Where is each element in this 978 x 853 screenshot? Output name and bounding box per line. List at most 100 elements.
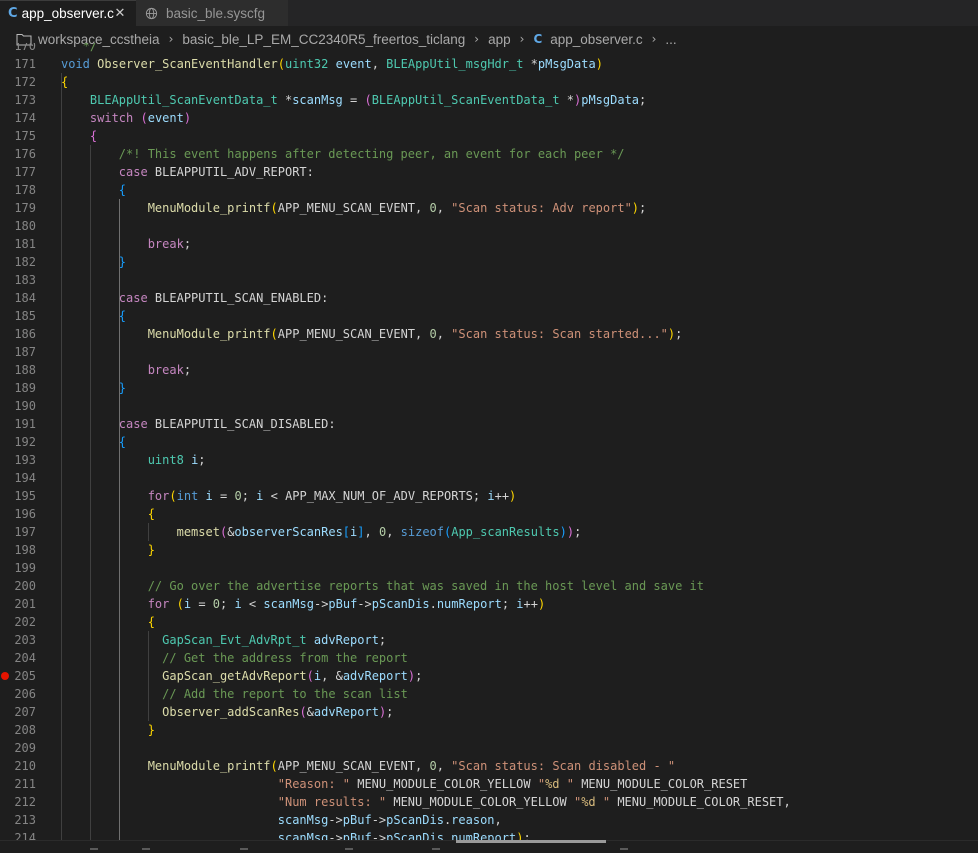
code-line[interactable]: 203 GapScan_Evt_AdvRpt_t advReport; [0, 631, 978, 649]
code-line[interactable]: 170 */ [0, 43, 978, 55]
code-line[interactable]: 180 [0, 217, 978, 235]
code-token: 0 [234, 489, 242, 503]
code-token: BLEAppUtil_ScanEventData_t [371, 93, 560, 107]
code-line[interactable]: 213 scanMsg->pBuf->pScanDis.reason, [0, 811, 978, 829]
code-token: -> [357, 597, 372, 611]
code-line[interactable]: 175 { [0, 127, 978, 145]
code-line[interactable]: 189 } [0, 379, 978, 397]
line-number: 175 [14, 129, 36, 143]
tab-app-observer-c[interactable]: C app_observer.c ✕ [0, 0, 136, 26]
code-line[interactable]: 179 MenuModule_printf(APP_MENU_SCAN_EVEN… [0, 199, 978, 217]
code-line[interactable]: 199 [0, 559, 978, 577]
code-token: [ [342, 525, 351, 539]
code-token: for [147, 597, 170, 611]
code-line[interactable]: 210 MenuModule_printf(APP_MENU_SCAN_EVEN… [0, 757, 978, 775]
code-line[interactable]: 174 switch (event) [0, 109, 978, 127]
line-number: 190 [14, 399, 36, 413]
code-token: // Add the report to the scan list [162, 687, 408, 701]
code-token: i [205, 489, 213, 503]
code-line[interactable]: 173 BLEAppUtil_ScanEventData_t *scanMsg … [0, 91, 978, 109]
code-line[interactable]: 205 GapScan_getAdvReport(i, &advReport); [0, 667, 978, 685]
code-line[interactable]: 185 { [0, 307, 978, 325]
code-token: MenuModule_printf [147, 759, 271, 773]
code-line[interactable]: 183 [0, 271, 978, 289]
code-text: "Num results: " MENU_MODULE_COLOR_YELLOW… [61, 793, 791, 811]
code-line[interactable]: 192 { [0, 433, 978, 451]
code-line[interactable]: 201 for (i = 0; i < scanMsg->pBuf->pScan… [0, 595, 978, 613]
code-line[interactable]: 197 memset(&observerScanRes[i], 0, sizeo… [0, 523, 978, 541]
line-number: 206 [14, 687, 36, 701]
code-line[interactable]: 176 /*! This event happens after detecti… [0, 145, 978, 163]
code-token: int [176, 489, 199, 503]
code-token: ) [559, 525, 567, 539]
code-token: i [183, 597, 192, 611]
code-line[interactable]: 204 // Get the address from the report [0, 649, 978, 667]
code-line[interactable]: 186 MenuModule_printf(APP_MENU_SCAN_EVEN… [0, 325, 978, 343]
editor-tab-bar: C app_observer.c ✕ basic_ble.syscfg [0, 0, 978, 26]
code-token: ) [183, 111, 192, 125]
code-token: ; [386, 705, 394, 719]
code-token: ( [299, 705, 307, 719]
code-editor[interactable]: 170 */171 void Observer_ScanEventHandler(… [0, 43, 978, 840]
code-line[interactable]: 194 [0, 469, 978, 487]
code-token: MENU_MODULE_COLOR_YELLOW [350, 777, 538, 791]
code-token: case [118, 417, 148, 431]
overview-marker [142, 848, 150, 850]
code-token: 0 [429, 759, 437, 773]
code-line[interactable]: 184 case BLEAPPUTIL_SCAN_ENABLED: [0, 289, 978, 307]
code-line[interactable]: 196 { [0, 505, 978, 523]
code-token: // Go over the advertise reports that wa… [147, 579, 704, 593]
code-line[interactable]: 214 scanMsg->pBuf->pScanDis.numReport); [0, 829, 978, 840]
code-line[interactable]: 198 } [0, 541, 978, 559]
code-token: MENU_MODULE_COLOR_YELLOW [386, 795, 574, 809]
code-line[interactable]: 208 } [0, 721, 978, 739]
code-token: BLEAPPUTIL_SCAN_ENABLED: [147, 291, 329, 305]
code-line[interactable]: 212 "Num results: " MENU_MODULE_COLOR_YE… [0, 793, 978, 811]
code-line[interactable]: 181 break; [0, 235, 978, 253]
code-text: Observer_addScanRes(&advReport); [61, 703, 393, 721]
code-token: ; [574, 525, 582, 539]
code-token: -> [313, 597, 329, 611]
line-number: 201 [14, 597, 36, 611]
code-token: reason [451, 813, 495, 827]
code-line[interactable]: 190 [0, 397, 978, 415]
code-line[interactable]: 191 case BLEAPPUTIL_SCAN_DISABLED: [0, 415, 978, 433]
code-token: scanMsg [292, 93, 343, 107]
code-line[interactable]: 206 // Add the report to the scan list [0, 685, 978, 703]
code-line[interactable]: 209 [0, 739, 978, 757]
code-line[interactable]: 207 Observer_addScanRes(&advReport); [0, 703, 978, 721]
code-line[interactable]: 172 { [0, 73, 978, 91]
breakpoint-icon[interactable] [1, 672, 9, 680]
code-line[interactable]: 193 uint8 i; [0, 451, 978, 469]
horizontal-scrollbar[interactable] [456, 840, 606, 843]
code-line[interactable]: 211 "Reason: " MENU_MODULE_COLOR_YELLOW … [0, 775, 978, 793]
code-token: ; [639, 93, 647, 107]
code-token: scanMsg [277, 831, 329, 840]
code-text: for (i = 0; i < scanMsg->pBuf->pScanDis.… [61, 595, 546, 613]
code-text: } [61, 721, 155, 739]
code-token: %d [545, 777, 560, 791]
code-line[interactable]: 177 case BLEAPPUTIL_ADV_REPORT: [0, 163, 978, 181]
code-line[interactable]: 171 void Observer_ScanEventHandler(uint32… [0, 55, 978, 73]
tab-basic-ble-syscfg[interactable]: basic_ble.syscfg [136, 0, 288, 26]
code-line[interactable]: 187 [0, 343, 978, 361]
code-token: "Num results: " [277, 795, 387, 809]
code-line[interactable]: 200 // Go over the advertise reports tha… [0, 577, 978, 595]
code-line[interactable]: 195 for(int i = 0; i < APP_MAX_NUM_OF_AD… [0, 487, 978, 505]
code-token: ( [306, 669, 314, 683]
close-icon[interactable]: ✕ [114, 6, 126, 21]
overview-marker [620, 848, 628, 850]
line-number: 208 [14, 723, 36, 737]
code-token: Observer_ScanEventHandler [97, 57, 278, 71]
code-line[interactable]: 182 } [0, 253, 978, 271]
code-line[interactable]: 178 { [0, 181, 978, 199]
code-token: "Scan status: Scan disabled - " [451, 759, 676, 773]
code-line[interactable]: 188 break; [0, 361, 978, 379]
code-line[interactable]: 202 { [0, 613, 978, 631]
